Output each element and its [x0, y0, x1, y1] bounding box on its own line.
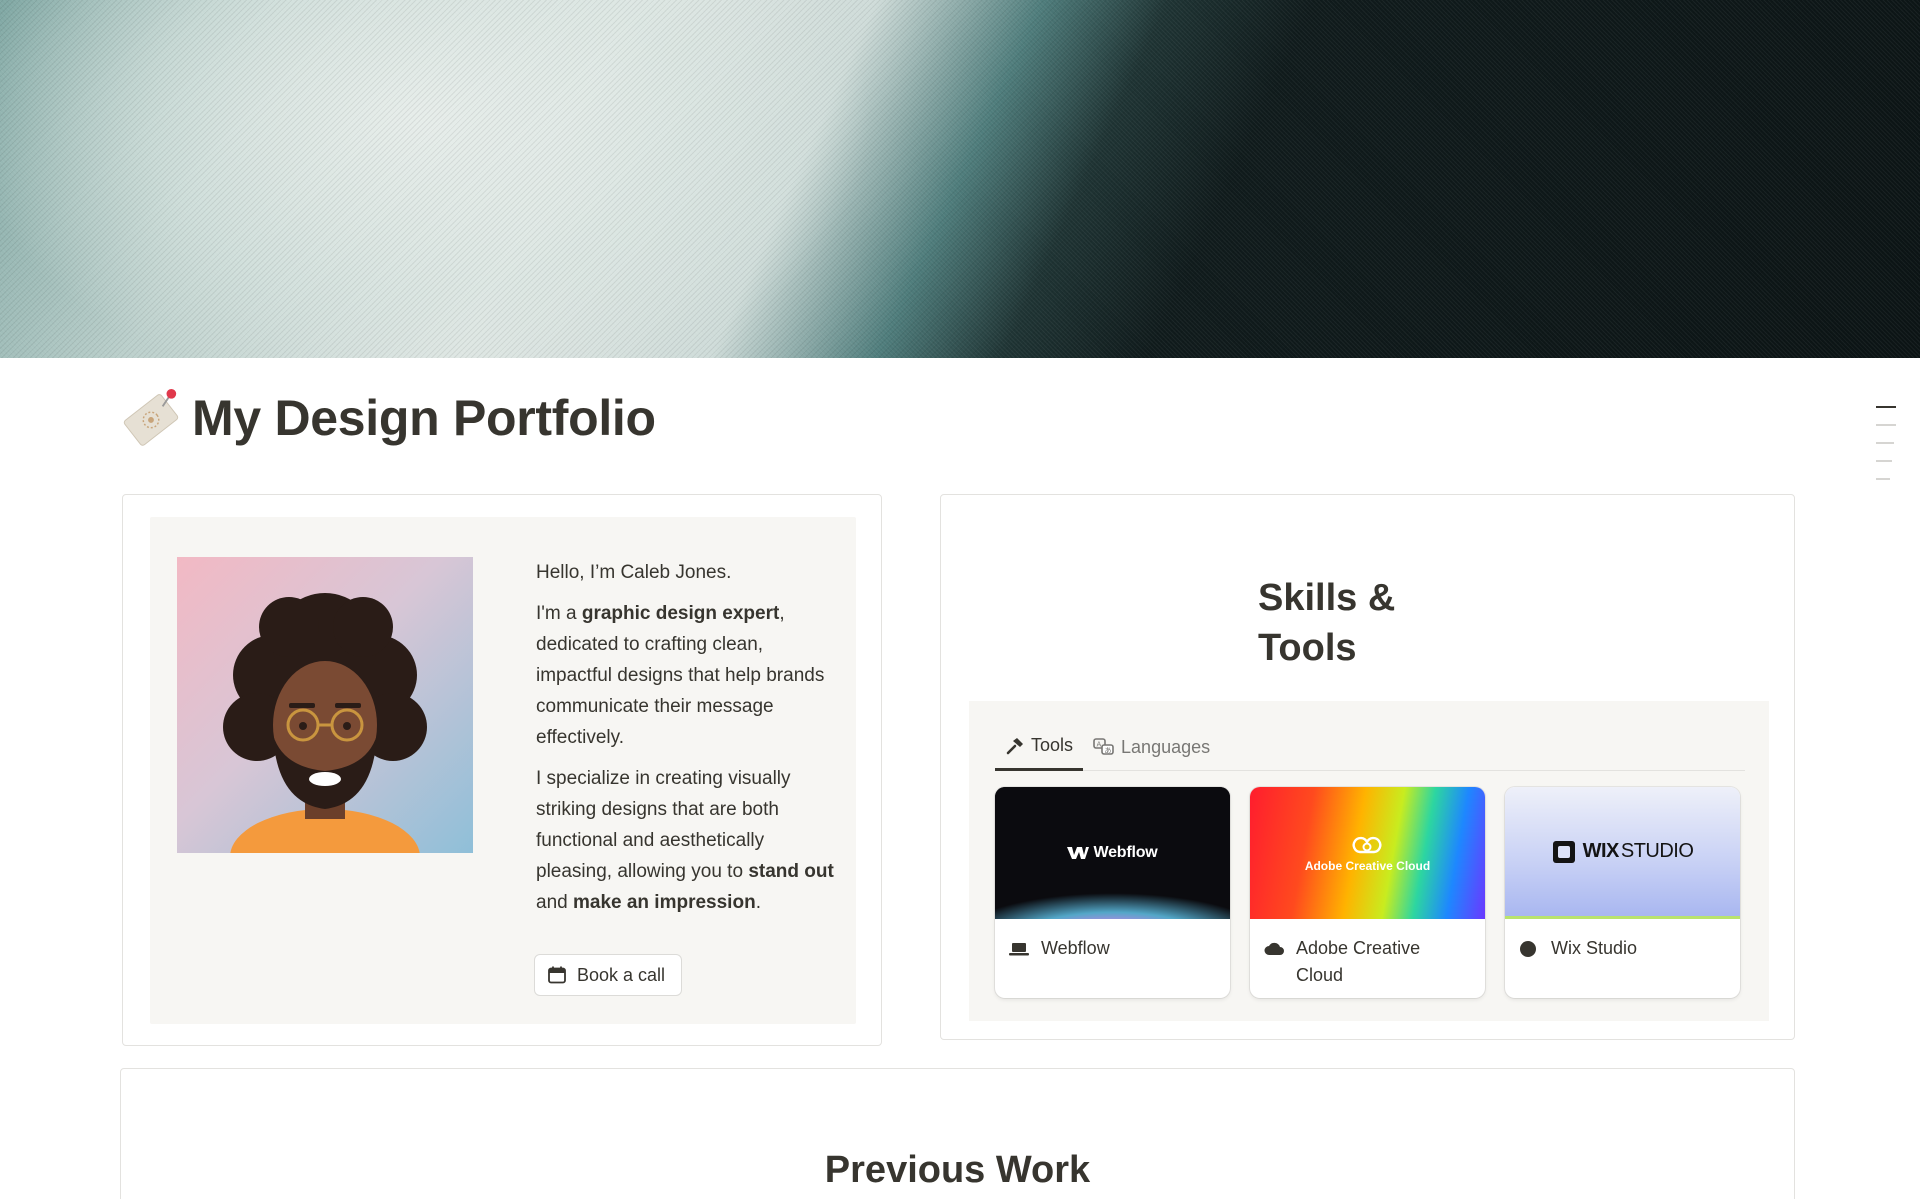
tool-name-label: Webflow [1041, 938, 1110, 958]
wix-logo: WIX STUDIO [1552, 840, 1694, 864]
intro-paragraph: I'm a graphic design expert, dedicated t… [536, 598, 836, 753]
intro-text: I'm a [536, 603, 582, 624]
webflow-thumbnail: Webflow [995, 787, 1230, 919]
tool-name-row: Wix Studio [1505, 919, 1740, 962]
adobe-thumbnail: Adobe Creative Cloud [1250, 787, 1485, 919]
specialty-text: . [755, 892, 761, 913]
wix-thumbnail: WIX STUDIO [1505, 787, 1740, 919]
tab-languages-label: Languages [1121, 736, 1211, 757]
previous-work-card: Previous Work [120, 1068, 1795, 1199]
tool-name-row: Webflow [995, 919, 1230, 962]
about-card: Hello, I’m Caleb Jones. I'm a graphic de… [122, 494, 882, 1046]
specialty-paragraph: I specialize in creating visually striki… [536, 763, 836, 918]
intro-bold-text: graphic design expert [581, 603, 780, 624]
toc-item[interactable] [1876, 424, 1896, 426]
previous-work-heading: Previous Work [824, 1149, 1091, 1191]
specialty-bold-text: make an impression [572, 892, 756, 913]
toc-item[interactable] [1876, 460, 1892, 462]
tool-name-label: Wix Studio [1551, 938, 1638, 958]
laptop-icon [1009, 935, 1029, 962]
svg-text:あ: あ [1105, 747, 1112, 755]
skills-heading: Skills & Tools [1258, 577, 1396, 669]
adobe-logo: Adobe Creative Cloud [1305, 834, 1430, 873]
webflow-logo: Webflow [1067, 844, 1158, 862]
tool-card-wix-studio[interactable]: WIX STUDIO Wix Studio [1505, 787, 1740, 998]
avatar [177, 557, 473, 853]
skills-card: Skills & Tools Tools A あ Languages Webfl… [940, 494, 1795, 1040]
adobe-logo-text: Adobe Creative Cloud [1304, 858, 1431, 873]
cloud-icon [1264, 935, 1284, 962]
tabs-panel: Tools A あ Languages Webflow Webflow Adob… [969, 701, 1769, 1021]
toc-item[interactable] [1876, 478, 1890, 480]
tab-tools[interactable]: Tools [995, 723, 1084, 771]
svg-text:A: A [1097, 741, 1102, 749]
tool-card-adobe-creative-cloud[interactable]: Adobe Creative Cloud Adobe Creative Clou… [1250, 787, 1485, 998]
toc-item[interactable] [1876, 406, 1896, 408]
avatar-image [177, 557, 473, 853]
hammer-icon [1006, 737, 1023, 754]
webflow-logo-icon [1067, 847, 1090, 859]
page-header: My Design Portfolio [120, 386, 656, 450]
intro-text: , dedicated to crafting clean, impactful… [536, 603, 825, 748]
tab-languages[interactable]: A あ Languages [1083, 723, 1220, 771]
translate-icon: A あ [1093, 738, 1114, 755]
tool-name-row: Adobe Creative Cloud [1250, 919, 1485, 989]
greeting-text: Hello, I’m Caleb Jones. [536, 562, 732, 583]
about-callout: Hello, I’m Caleb Jones. I'm a graphic de… [150, 517, 856, 1024]
about-text: Hello, I’m Caleb Jones. I'm a graphic de… [536, 557, 836, 928]
specialty-bold-text: stand out [748, 861, 834, 882]
tab-bar: Tools A あ Languages [995, 723, 1745, 771]
tag-pin-icon [123, 388, 179, 446]
specialty-text: and [536, 892, 573, 913]
book-call-label: Book a call [577, 964, 666, 985]
page-title: My Design Portfolio [192, 390, 656, 446]
wix-square-logo-icon [1552, 840, 1575, 863]
book-call-button[interactable]: Book a call [534, 954, 683, 996]
wix-logo-bold-text: WIX [1582, 840, 1620, 862]
creative-cloud-logo-icon [1352, 836, 1382, 853]
cover-image [0, 0, 1920, 358]
table-of-contents[interactable] [1876, 406, 1896, 496]
wix-logo-text: STUDIO [1620, 840, 1694, 862]
calendar-icon [548, 966, 566, 984]
webflow-logo-text: Webflow [1093, 844, 1158, 861]
tab-tools-label: Tools [1031, 735, 1074, 755]
circle-icon [1519, 935, 1539, 962]
tool-name-label: Adobe Creative Cloud [1296, 938, 1421, 985]
tool-card-webflow[interactable]: Webflow Webflow [995, 787, 1230, 998]
toc-item[interactable] [1876, 442, 1894, 444]
